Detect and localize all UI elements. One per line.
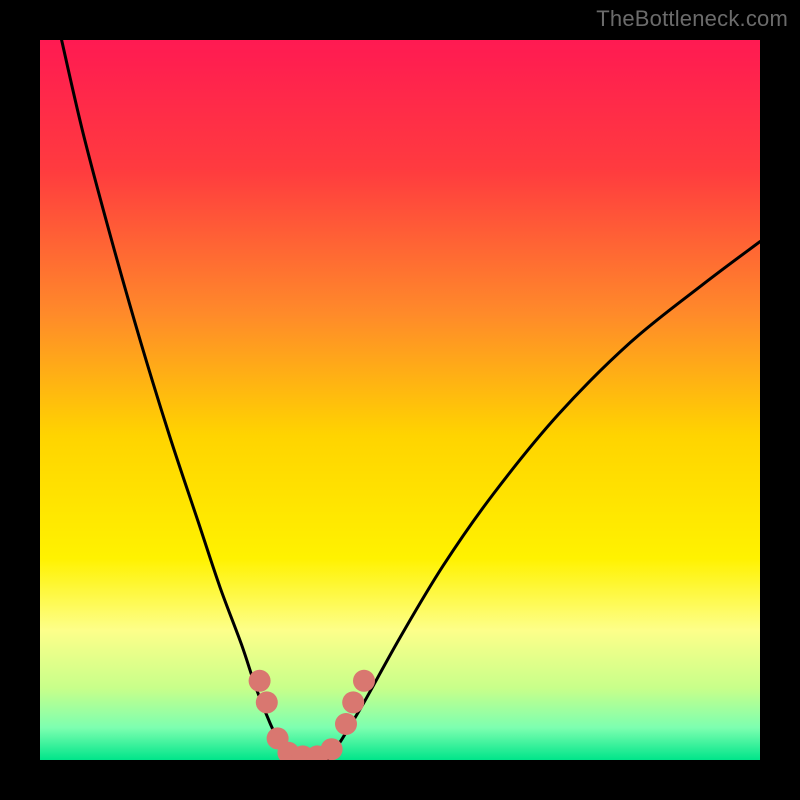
marker-dot: [353, 670, 375, 692]
curve-left-branch: [62, 40, 292, 760]
marker-dot: [249, 670, 271, 692]
plot-area: [40, 40, 760, 760]
marker-dot: [321, 738, 343, 760]
chart-container: TheBottleneck.com: [0, 0, 800, 800]
marker-dot: [256, 691, 278, 713]
marker-dot: [335, 713, 357, 735]
watermark-text: TheBottleneck.com: [596, 6, 788, 32]
curve-layer: [40, 40, 760, 760]
marker-dot: [342, 691, 364, 713]
curve-right-branch: [328, 242, 760, 760]
